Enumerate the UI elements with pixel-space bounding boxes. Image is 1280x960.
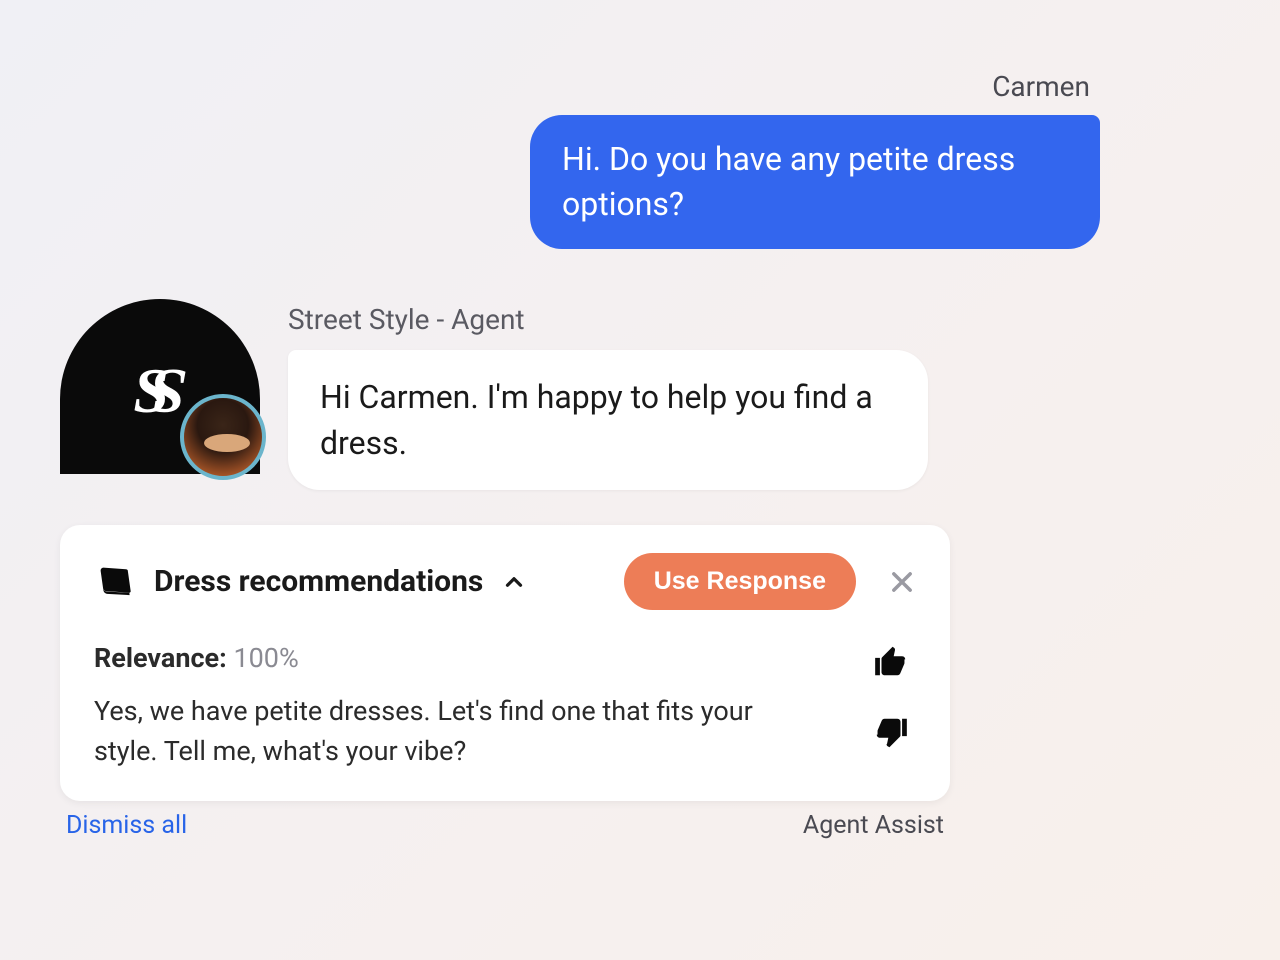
brand-logo-text: SS [133, 350, 186, 428]
thumbs-down-icon[interactable] [872, 714, 910, 752]
agent-assist-label: Agent Assist [803, 811, 944, 840]
close-icon[interactable] [888, 568, 916, 596]
customer-message-block: Carmen Hi. Do you have any petite dress … [60, 70, 1160, 249]
suggestion-title: Dress recommendations [154, 564, 483, 599]
book-icon [94, 563, 136, 601]
customer-name: Carmen [992, 70, 1100, 103]
suggestion-content: Relevance: 100% Yes, we have petite dres… [94, 642, 822, 770]
agent-name: Street Style - Agent [288, 303, 1160, 336]
relevance-value: 100% [233, 642, 298, 674]
dismiss-all-link[interactable]: Dismiss all [66, 811, 187, 840]
suggestion-body-row: Relevance: 100% Yes, we have petite dres… [94, 642, 916, 770]
agent-content: Street Style - Agent Hi Carmen. I'm happ… [288, 299, 1160, 491]
feedback-icons [872, 642, 916, 752]
suggestion-card: Dress recommendations Use Response Relev… [60, 525, 950, 800]
chat-container: Carmen Hi. Do you have any petite dress … [60, 70, 1160, 840]
customer-message-bubble: Hi. Do you have any petite dress options… [530, 115, 1100, 249]
agent-message-bubble: Hi Carmen. I'm happy to help you find a … [288, 350, 928, 491]
agent-message-block: SS Street Style - Agent Hi Carmen. I'm h… [60, 299, 1160, 491]
use-response-button[interactable]: Use Response [624, 553, 856, 610]
chevron-up-icon[interactable] [501, 569, 527, 595]
agent-avatar: SS [60, 299, 260, 474]
suggestion-header: Dress recommendations Use Response [94, 553, 916, 610]
agent-photo [180, 394, 266, 480]
thumbs-up-icon[interactable] [872, 642, 910, 680]
footer-row: Dismiss all Agent Assist [60, 811, 950, 840]
relevance-label: Relevance: [94, 642, 227, 674]
suggestion-body: Yes, we have petite dresses. Let's find … [94, 692, 822, 770]
relevance-row: Relevance: 100% [94, 642, 822, 674]
